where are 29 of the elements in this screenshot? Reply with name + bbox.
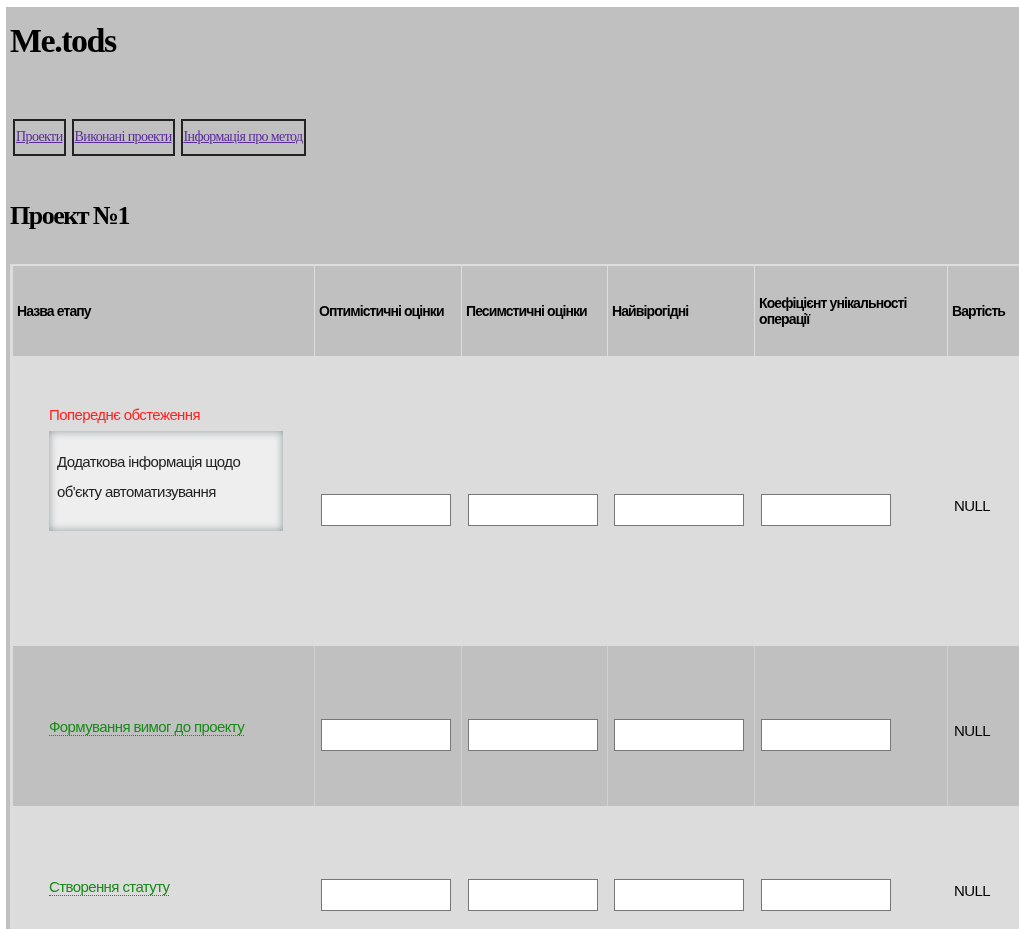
cost-value: NULL (954, 496, 990, 514)
estimate-input[interactable] (614, 719, 744, 751)
estimate-input[interactable] (614, 494, 744, 526)
site-title: Me.tods (10, 21, 118, 61)
estimate-input[interactable] (468, 879, 598, 911)
column-header: Песимстичні оцінки (466, 303, 587, 319)
project-title: Проект №1 (10, 200, 131, 232)
stage-link[interactable]: Попереднє обстеження (49, 406, 200, 423)
estimate-input[interactable] (321, 719, 451, 751)
nav-link[interactable]: Інформація про метод (180, 119, 306, 156)
cost-value: NULL (954, 721, 990, 739)
estimate-input[interactable] (761, 879, 891, 911)
column-header: Вартість (952, 303, 1006, 319)
column-header: Коефіцієнт унікальності операції (759, 295, 907, 327)
column-header: Назва етапу (17, 303, 91, 319)
estimate-input[interactable] (761, 719, 891, 751)
nav-link[interactable]: Виконані проекти (71, 119, 175, 156)
estimate-input[interactable] (321, 879, 451, 911)
estimate-input[interactable] (468, 719, 598, 751)
estimate-input[interactable] (321, 494, 451, 526)
column-header: Найвірогідні (612, 303, 689, 319)
stage-link[interactable]: Створення статуту (49, 877, 170, 896)
column-header: Оптимістичні оцінки (319, 303, 444, 319)
nav-link[interactable]: Проекти (13, 119, 66, 156)
estimate-input[interactable] (468, 494, 598, 526)
cost-value: NULL (954, 881, 990, 899)
estimate-input[interactable] (614, 879, 744, 911)
info-tooltip: Додаткова інформація щодо об'єкту автоматизування (49, 431, 283, 531)
estimate-input[interactable] (761, 494, 891, 526)
